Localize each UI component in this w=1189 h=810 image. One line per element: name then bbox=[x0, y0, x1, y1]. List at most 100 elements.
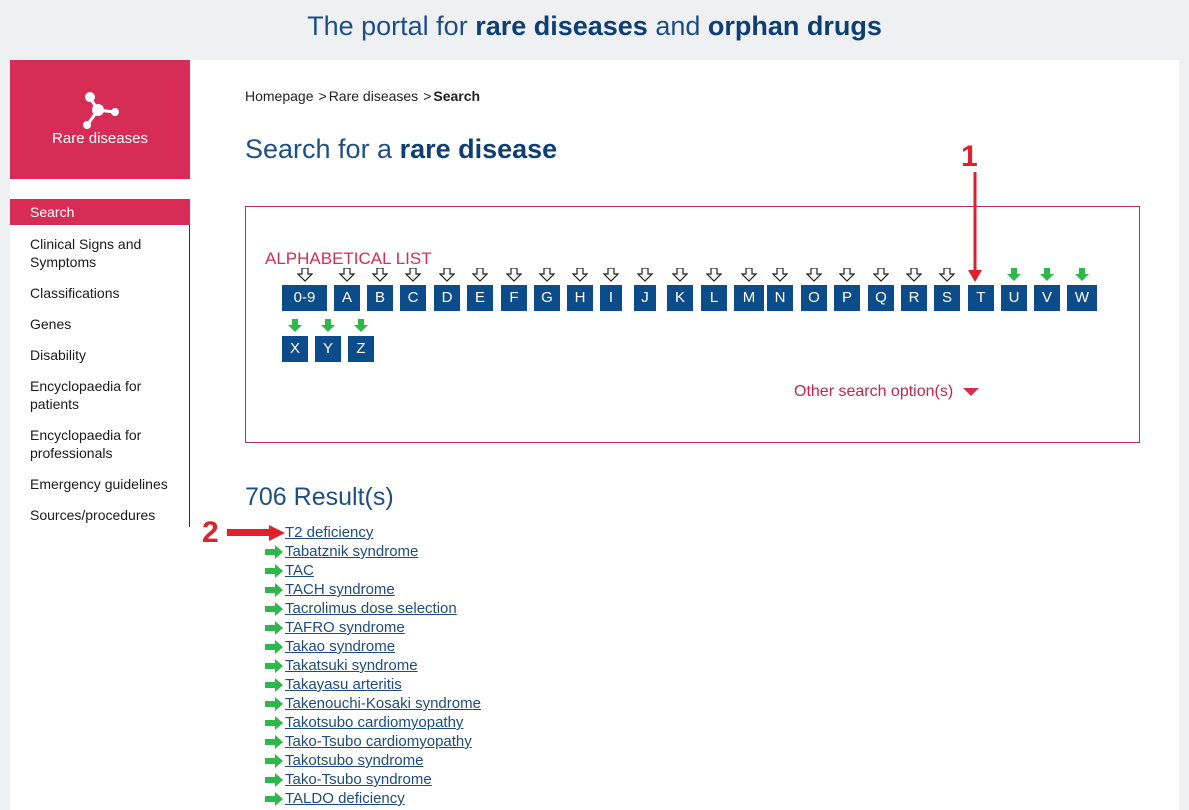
result-link[interactable]: TALDO deficiency bbox=[285, 790, 405, 807]
outline-arrow-down-icon bbox=[296, 268, 313, 282]
outline-arrow-down-icon bbox=[539, 268, 555, 282]
outline-arrow-down-icon bbox=[706, 268, 722, 282]
letter-g[interactable]: G bbox=[534, 285, 560, 311]
letter-k[interactable]: K bbox=[667, 285, 693, 311]
letter-f[interactable]: F bbox=[501, 285, 527, 311]
outline-arrow-down-icon bbox=[472, 268, 488, 282]
outline-arrow-down-icon bbox=[873, 268, 889, 282]
breadcrumb-current: Search bbox=[433, 88, 481, 104]
green-arrow-down-icon bbox=[288, 319, 302, 332]
outline-arrow-down-icon bbox=[806, 268, 822, 282]
green-arrow-down-icon bbox=[321, 319, 335, 332]
result-link[interactable]: Takotsubo syndrome bbox=[285, 752, 423, 769]
search-box: ALPHABETICAL LIST 0-9 A B C D E F G H I J K L M N O P Q R S… bbox=[245, 206, 1140, 443]
result-link[interactable]: Takayasu arteritis bbox=[285, 676, 402, 693]
outline-arrow-down-icon bbox=[741, 268, 757, 282]
sidebar-item-classifications[interactable]: Classifications bbox=[10, 284, 190, 302]
breadcrumb-section[interactable]: Rare diseases bbox=[329, 88, 419, 104]
chevron-right-icon: > bbox=[318, 88, 327, 104]
header-text-mid: and bbox=[647, 11, 708, 41]
letter-w[interactable]: W bbox=[1067, 285, 1097, 311]
sidebar-item-disability[interactable]: Disability bbox=[10, 346, 190, 364]
page-title-bold: rare disease bbox=[399, 134, 558, 164]
letter-l[interactable]: L bbox=[701, 285, 727, 311]
results-count: 706 Result(s) bbox=[245, 483, 394, 511]
alphabetical-list-title: ALPHABETICAL LIST bbox=[265, 249, 432, 268]
letter-n[interactable]: N bbox=[767, 285, 793, 311]
sidebar-nav: Search Clinical Signs and Symptoms Class… bbox=[10, 199, 190, 527]
green-arrow-right-icon bbox=[265, 564, 283, 578]
outline-arrow-down-icon bbox=[672, 268, 688, 282]
sidebar-item-encyclopaedia-professionals[interactable]: Encyclopaedia for professionals bbox=[10, 426, 170, 462]
green-arrow-right-icon bbox=[265, 754, 283, 768]
other-search-options-toggle[interactable]: Other search option(s) bbox=[794, 383, 980, 401]
letter-o[interactable]: O bbox=[801, 285, 827, 311]
sidebar-item-search[interactable]: Search bbox=[10, 199, 190, 225]
other-search-options-label: Other search option(s) bbox=[794, 383, 954, 400]
outline-arrow-down-icon bbox=[572, 268, 588, 282]
green-arrow-right-icon bbox=[265, 678, 283, 692]
green-arrow-right-icon bbox=[265, 640, 283, 654]
annotation-number-1: 1 bbox=[961, 140, 978, 173]
green-arrow-right-icon bbox=[265, 716, 283, 730]
result-link[interactable]: Tako-Tsubo syndrome bbox=[285, 771, 432, 788]
result-link[interactable]: TAC bbox=[285, 562, 314, 579]
letter-c[interactable]: C bbox=[400, 285, 426, 311]
result-link[interactable]: Takao syndrome bbox=[285, 638, 395, 655]
letter-p[interactable]: P bbox=[834, 285, 860, 311]
result-link[interactable]: Takatsuki syndrome bbox=[285, 657, 418, 674]
green-arrow-right-icon bbox=[265, 792, 283, 806]
sidebar-item-sources-procedures[interactable]: Sources/procedures bbox=[10, 506, 190, 524]
breadcrumb-home[interactable]: Homepage bbox=[245, 88, 314, 104]
page-title-prefix: Search for a bbox=[245, 134, 400, 164]
result-link[interactable]: TAFRO syndrome bbox=[285, 619, 405, 636]
letter-0-9[interactable]: 0-9 bbox=[282, 285, 327, 311]
letter-e[interactable]: E bbox=[467, 285, 493, 311]
letter-q[interactable]: Q bbox=[868, 285, 894, 311]
result-link[interactable]: Tacrolimus dose selection bbox=[285, 600, 457, 617]
letter-s[interactable]: S bbox=[934, 285, 960, 311]
letter-j[interactable]: J bbox=[634, 285, 656, 311]
green-arrow-right-icon bbox=[265, 697, 283, 711]
green-arrow-right-icon bbox=[265, 735, 283, 749]
letter-x[interactable]: X bbox=[282, 336, 308, 362]
caret-down-icon bbox=[963, 387, 980, 396]
outline-arrow-down-icon bbox=[439, 268, 455, 282]
letter-h[interactable]: H bbox=[567, 285, 593, 311]
outline-arrow-down-icon bbox=[372, 268, 388, 282]
outline-arrow-down-icon bbox=[637, 268, 653, 282]
portal-header: The portal for rare diseases and orphan … bbox=[0, 0, 1189, 60]
sidebar-item-genes[interactable]: Genes bbox=[10, 315, 190, 333]
result-link[interactable]: Takenouchi-Kosaki syndrome bbox=[285, 695, 481, 712]
letter-i[interactable]: I bbox=[600, 285, 622, 311]
sidebar-item-clinical-signs[interactable]: Clinical Signs and Symptoms bbox=[10, 235, 190, 271]
green-arrow-right-icon bbox=[265, 602, 283, 616]
green-arrow-right-icon bbox=[265, 583, 283, 597]
letter-y[interactable]: Y bbox=[315, 336, 341, 362]
green-arrow-down-icon bbox=[354, 319, 368, 332]
green-arrow-right-icon bbox=[265, 621, 283, 635]
outline-arrow-down-icon bbox=[839, 268, 855, 282]
letter-b[interactable]: B bbox=[367, 285, 393, 311]
letter-d[interactable]: D bbox=[434, 285, 460, 311]
letter-t[interactable]: T bbox=[968, 285, 994, 311]
result-link[interactable]: T2 deficiency bbox=[285, 524, 373, 541]
letter-v[interactable]: V bbox=[1034, 285, 1060, 311]
outline-arrow-down-icon bbox=[906, 268, 922, 282]
breadcrumb: Homepage > Rare diseases > Search bbox=[245, 88, 480, 104]
sidebar-item-encyclopaedia-patients[interactable]: Encyclopaedia for patients bbox=[10, 377, 170, 413]
letter-r[interactable]: R bbox=[901, 285, 927, 311]
page-title: Search for a rare disease bbox=[245, 134, 557, 165]
green-arrow-down-icon bbox=[1075, 268, 1089, 281]
rare-diseases-logo[interactable]: Rare diseases bbox=[10, 60, 190, 179]
result-link[interactable]: Takotsubo cardiomyopathy bbox=[285, 714, 463, 731]
letter-m[interactable]: M bbox=[734, 285, 764, 311]
sidebar-item-emergency-guidelines[interactable]: Emergency guidelines bbox=[10, 475, 190, 493]
green-arrow-down-icon bbox=[1007, 268, 1021, 281]
letter-a[interactable]: A bbox=[334, 285, 360, 311]
result-link[interactable]: TACH syndrome bbox=[285, 581, 395, 598]
letter-z[interactable]: Z bbox=[348, 336, 374, 362]
result-link[interactable]: Tabatznik syndrome bbox=[285, 543, 418, 560]
letter-u[interactable]: U bbox=[1001, 285, 1027, 311]
result-link[interactable]: Tako-Tsubo cardiomyopathy bbox=[285, 733, 472, 750]
